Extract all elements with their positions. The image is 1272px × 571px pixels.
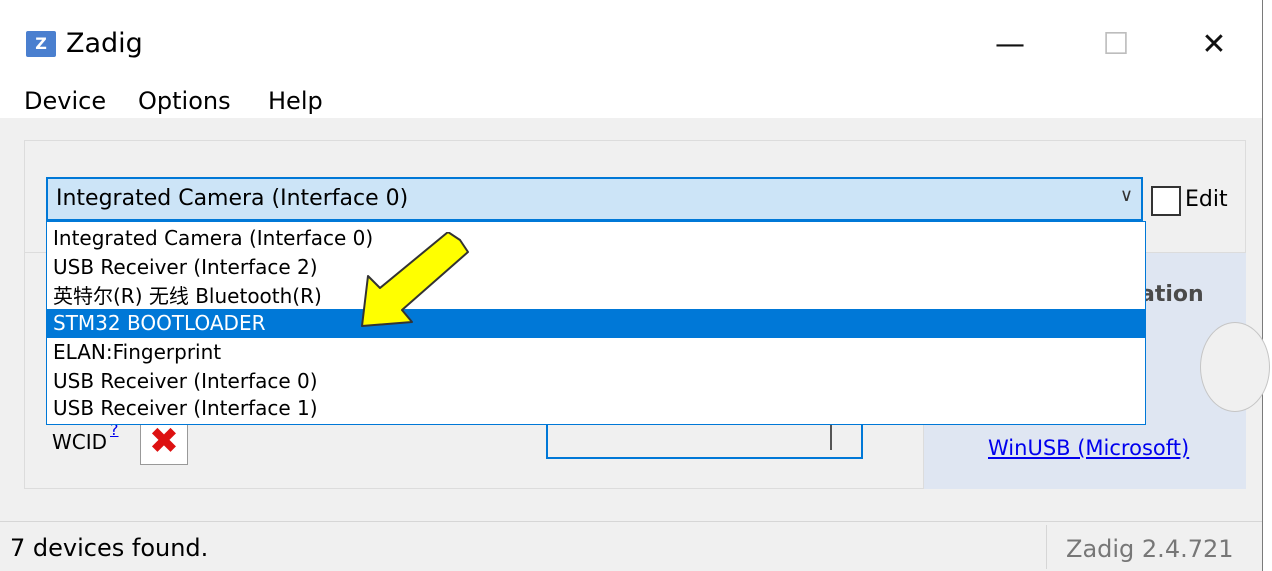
edit-checkbox[interactable] [1151,186,1181,216]
menu-help[interactable]: Help [268,84,323,118]
menu-options[interactable]: Options [138,84,231,118]
winusb-link[interactable]: WinUSB (Microsoft) [988,436,1189,460]
version-label: Zadig 2.4.721 [1066,535,1234,563]
driver-arrow-graphic [1200,322,1270,412]
driver-info-title: ation [1140,282,1204,307]
chevron-down-icon[interactable]: ∨ [1120,185,1133,206]
maximize-button[interactable]: ☐ [1078,14,1154,76]
device-option[interactable]: ELAN:Fingerprint [47,338,1145,367]
device-option[interactable]: Integrated Camera (Interface 0) [47,224,1145,253]
device-option[interactable]: 英特尔(R) 无线 Bluetooth(R) [47,282,1145,311]
minimize-button[interactable]: — [972,14,1048,76]
device-option[interactable]: USB Receiver (Interface 1) [47,394,1145,423]
close-button[interactable]: ✕ [1176,14,1252,76]
zadig-app-icon: Z [26,31,56,57]
title-bar[interactable]: Z Zadig — ☐ ✕ [0,0,1262,84]
status-message: 7 devices found. [10,534,209,562]
device-dropdown-list[interactable]: Integrated Camera (Interface 0) USB Rece… [46,221,1146,425]
device-option[interactable]: USB Receiver (Interface 2) [47,253,1145,282]
device-combo-selected: Integrated Camera (Interface 0) [56,186,409,211]
edit-label[interactable]: Edit [1185,184,1228,216]
annotation-arrow-icon [361,232,469,327]
device-option[interactable]: USB Receiver (Interface 0) [47,367,1145,396]
wcid-label: WCID [52,430,108,454]
window-title: Zadig [66,28,143,59]
menu-bar: Device Options Help [0,84,1262,118]
device-combo-box[interactable]: Integrated Camera (Interface 0) ∨ [46,177,1143,221]
status-divider [1046,525,1047,569]
device-option-highlighted[interactable]: STM32 BOOTLOADER [47,309,1145,338]
menu-device[interactable]: Device [24,84,106,118]
